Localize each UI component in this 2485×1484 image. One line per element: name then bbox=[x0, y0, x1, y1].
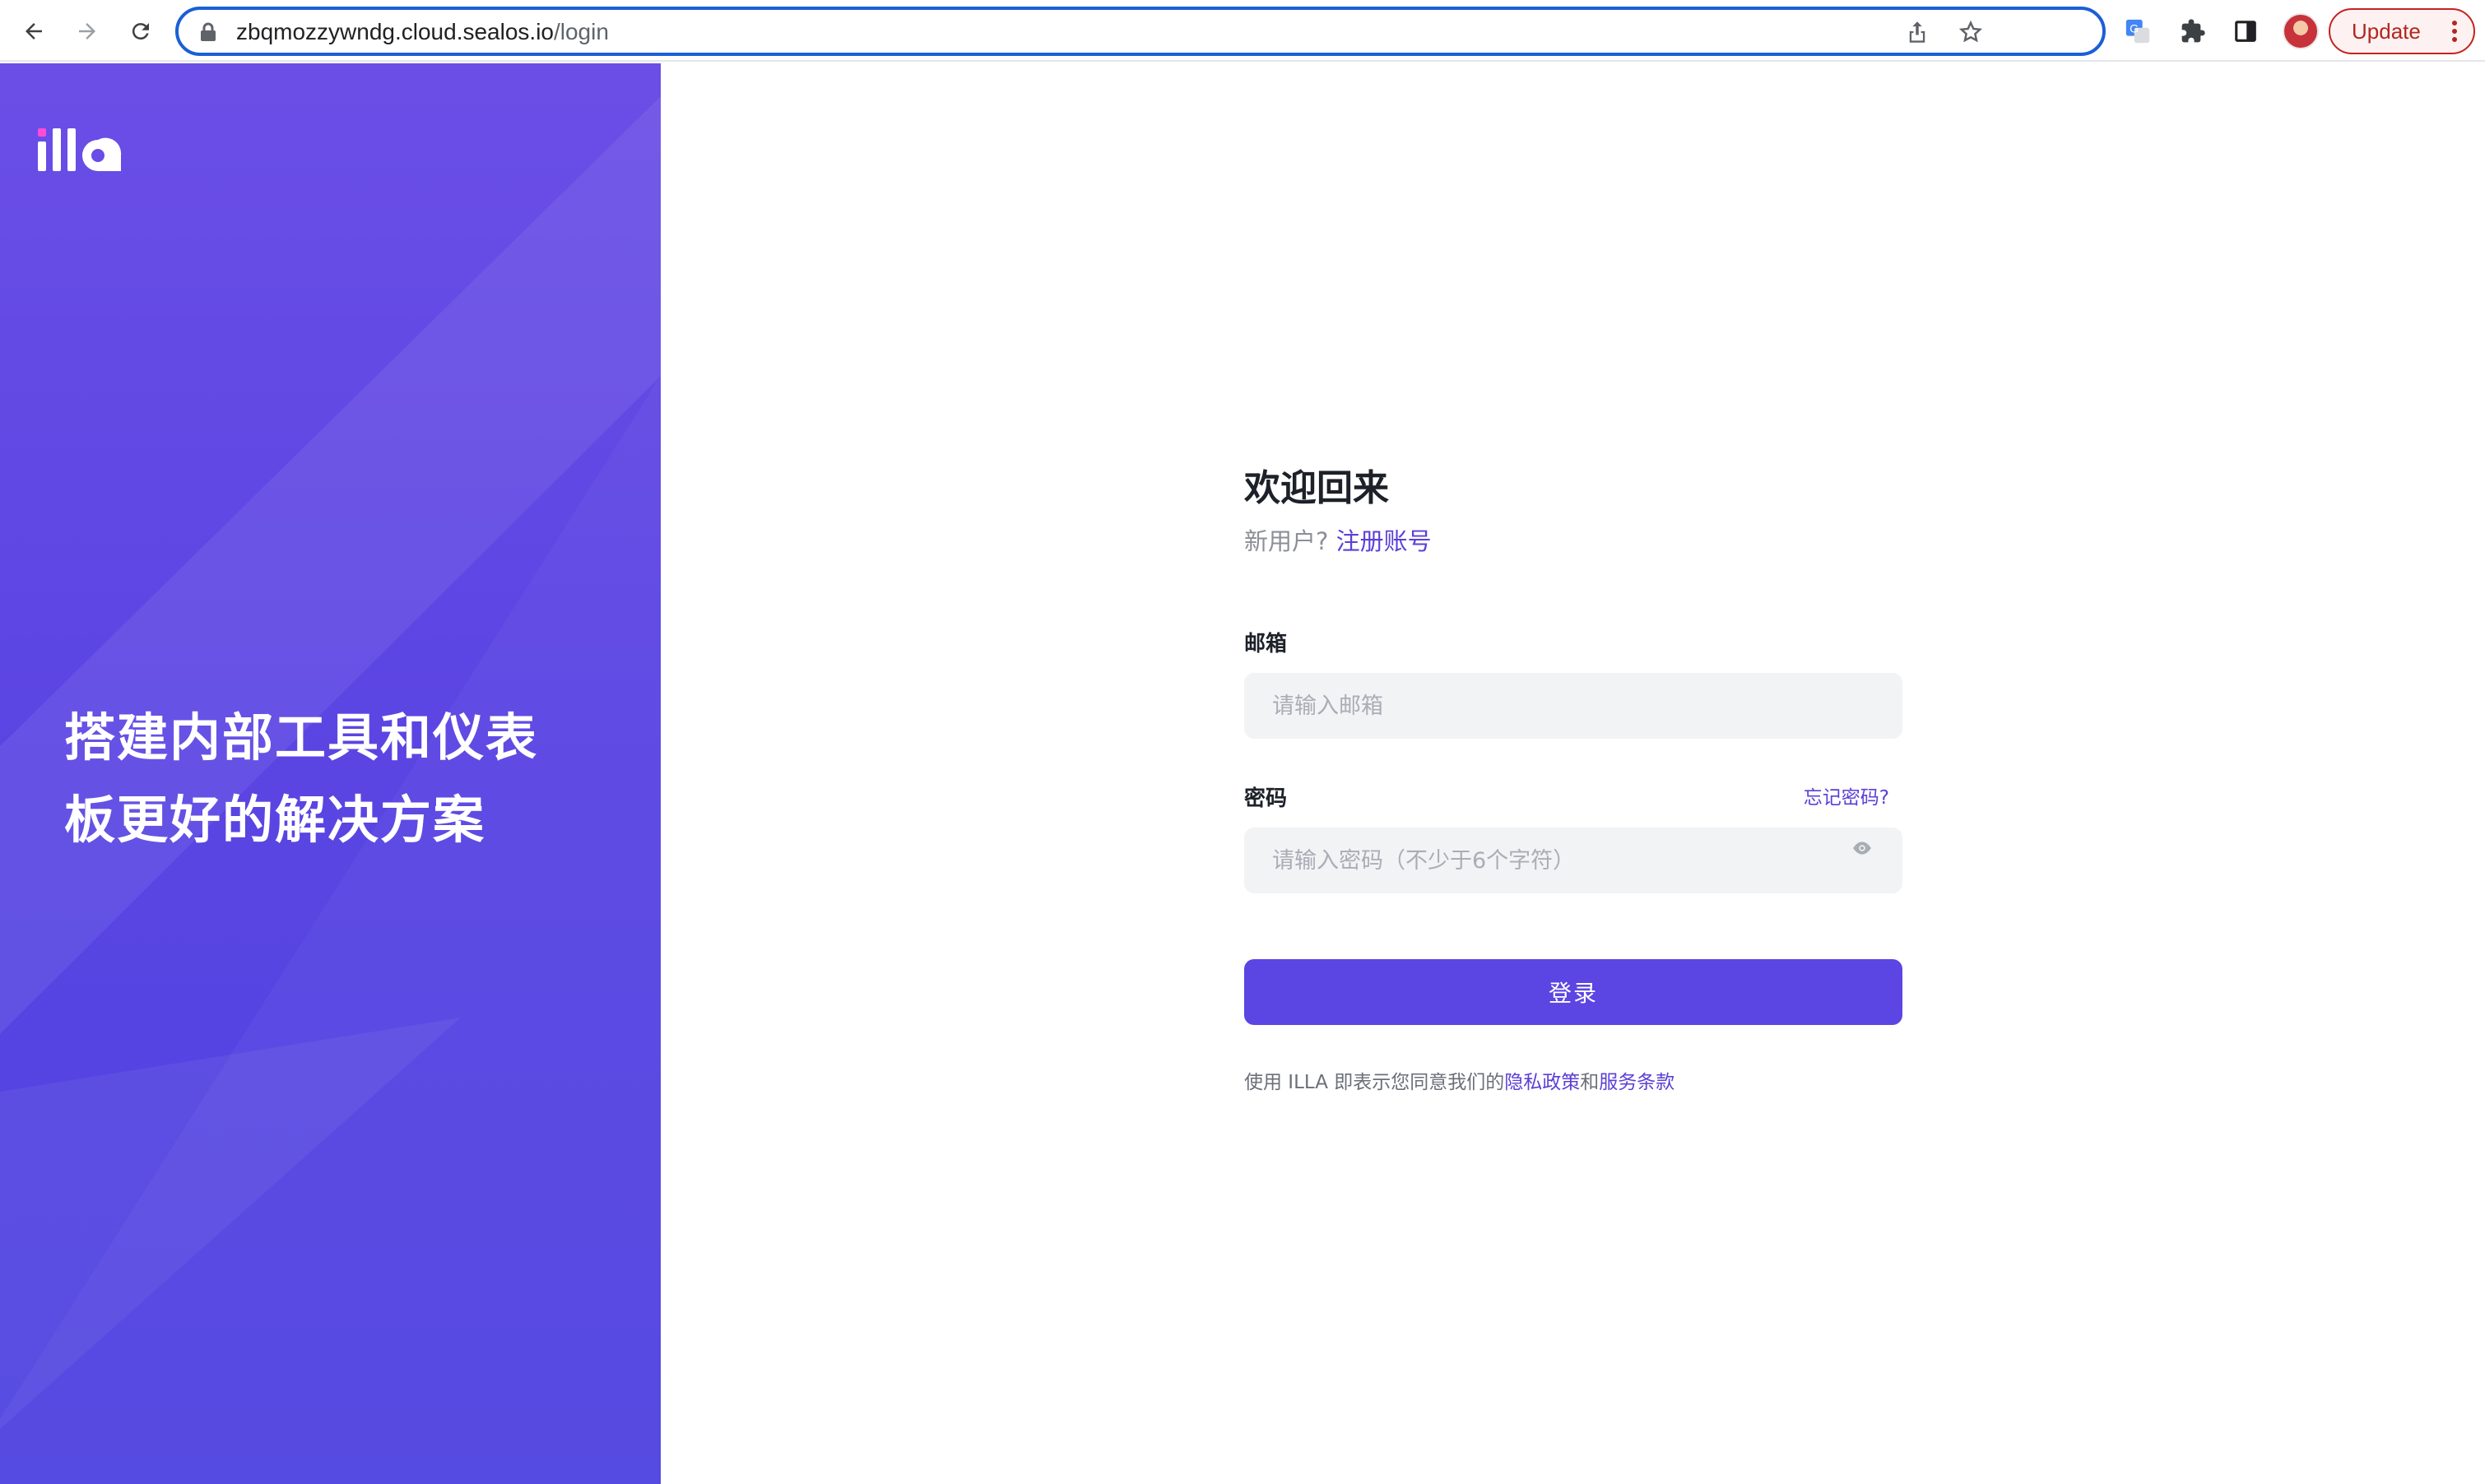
eye-icon[interactable] bbox=[1851, 837, 1873, 859]
forward-button[interactable] bbox=[67, 12, 107, 51]
terms-prefix: 使用 ILLA 即表示您同意我们的 bbox=[1244, 1072, 1505, 1093]
more-vert-icon bbox=[2452, 21, 2457, 42]
bookmark-button[interactable] bbox=[1957, 18, 1985, 46]
reload-button[interactable] bbox=[121, 12, 160, 51]
page-title: 欢迎回来 bbox=[1244, 467, 1389, 509]
register-prompt: 新用户? 注册账号 bbox=[1244, 522, 1432, 557]
hero-tagline-line1: 搭建内部工具和仪表 bbox=[64, 707, 539, 768]
terms-of-service-link[interactable]: 服务条款 bbox=[1599, 1072, 1674, 1093]
login-page: zbqmozzywndg.cloud.sealos.io/login G Upd… bbox=[0, 0, 2485, 1484]
back-button[interactable] bbox=[14, 12, 53, 51]
back-arrow-icon bbox=[26, 23, 42, 39]
address-bar[interactable]: zbqmozzywndg.cloud.sealos.io/login bbox=[175, 7, 2106, 56]
share-icon bbox=[1909, 21, 1925, 43]
illa-logo bbox=[38, 128, 122, 171]
update-label: Update bbox=[2352, 18, 2421, 44]
register-link[interactable]: 注册账号 bbox=[1336, 527, 1432, 555]
star-icon bbox=[1958, 20, 1983, 43]
translate-button[interactable]: G bbox=[2121, 15, 2154, 48]
profile-avatar[interactable] bbox=[2283, 13, 2319, 49]
hero-panel: 搭建内部工具和仪表 板更好的解决方案 bbox=[0, 63, 661, 1484]
browser-toolbar: zbqmozzywndg.cloud.sealos.io/login G Upd… bbox=[0, 0, 2485, 62]
terms-joiner: 和 bbox=[1580, 1072, 1600, 1093]
puzzle-icon bbox=[2181, 19, 2205, 43]
hero-tagline: 搭建内部工具和仪表 板更好的解决方案 bbox=[64, 697, 624, 861]
forward-arrow-icon bbox=[79, 23, 95, 39]
url-path: /login bbox=[553, 19, 609, 44]
new-user-text: 新用户? bbox=[1244, 527, 1329, 555]
password-field[interactable] bbox=[1244, 828, 1902, 893]
terms-notice: 使用 ILLA 即表示您同意我们的隐私政策和服务条款 bbox=[1244, 1066, 1674, 1094]
login-button[interactable]: 登录 bbox=[1244, 959, 1902, 1025]
lock-icon bbox=[201, 22, 216, 41]
reload-icon bbox=[132, 23, 149, 40]
hero-tagline-line2: 板更好的解决方案 bbox=[64, 790, 486, 850]
privacy-policy-link[interactable]: 隐私政策 bbox=[1504, 1072, 1580, 1093]
translate-icon: G bbox=[2125, 19, 2150, 44]
side-panel-icon bbox=[2235, 21, 2256, 42]
email-label: 邮箱 bbox=[1244, 632, 1288, 656]
svg-text:G: G bbox=[2130, 22, 2139, 35]
forgot-password-link[interactable]: 忘记密码? bbox=[1804, 781, 1889, 809]
update-button[interactable]: Update bbox=[2329, 8, 2475, 54]
extensions-button[interactable] bbox=[2176, 15, 2209, 48]
side-panel-button[interactable] bbox=[2229, 15, 2262, 48]
url-text[interactable]: zbqmozzywndg.cloud.sealos.io/login bbox=[236, 19, 609, 45]
email-field[interactable] bbox=[1244, 673, 1902, 739]
url-host: zbqmozzywndg.cloud.sealos.io bbox=[236, 19, 554, 44]
password-label: 密码 bbox=[1244, 786, 1288, 811]
share-button[interactable] bbox=[1903, 18, 1931, 46]
